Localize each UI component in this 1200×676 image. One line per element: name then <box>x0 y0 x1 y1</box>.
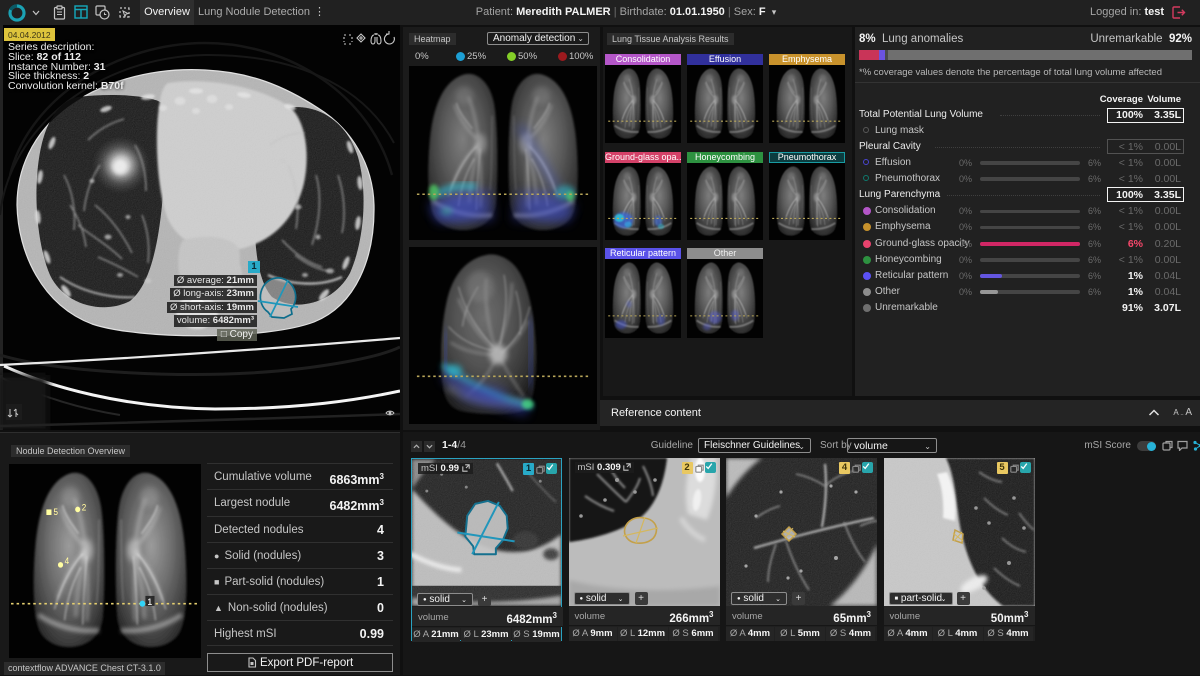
svg-text:2: 2 <box>82 502 87 512</box>
svg-text:5: 5 <box>53 507 58 517</box>
svg-text:4: 4 <box>65 555 70 565</box>
svg-text:1: 1 <box>147 596 152 606</box>
